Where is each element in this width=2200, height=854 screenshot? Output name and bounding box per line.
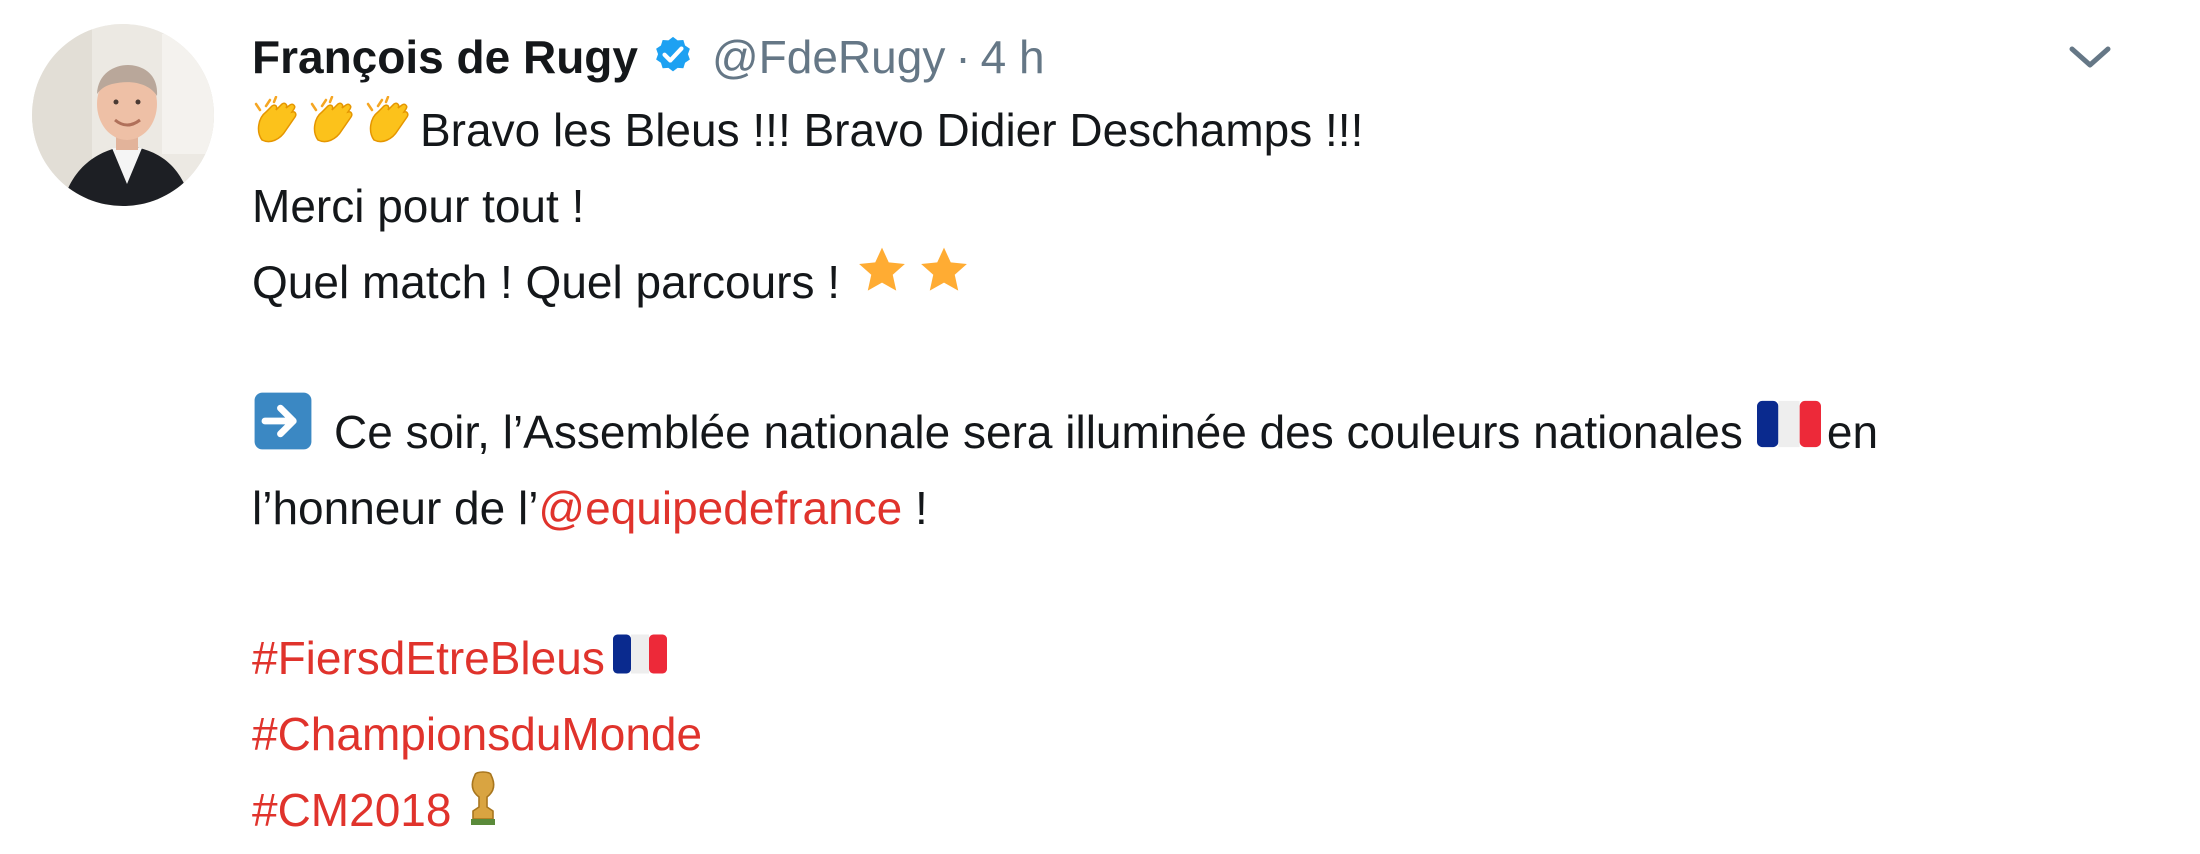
tweet: François de Rugy @FdeRugy · 4 h Bravo le… [0, 0, 2200, 854]
tweet-line-1: Bravo les Bleus !!! Bravo Didier Descham… [252, 92, 2102, 168]
tweet-text-line-5-prefix: l’honneur de l’ [252, 482, 539, 534]
tweet-text-line-4: Ce soir, l’Assemblée nationale sera illu… [334, 406, 1743, 458]
chevron-down-icon[interactable] [2060, 34, 2120, 74]
author-name[interactable]: François de Rugy [252, 30, 638, 84]
tweet-timestamp[interactable]: 4 h [981, 30, 1045, 84]
tweet-line-7: #ChampionsduMonde [252, 696, 2102, 772]
separator-dot: · [955, 31, 971, 83]
tweet-text-line-5-suffix: ! [902, 482, 928, 534]
right-arrow-icon [252, 390, 314, 474]
tweet-line-4: Ce soir, l’Assemblée nationale sera illu… [252, 392, 2102, 470]
avatar[interactable] [32, 24, 214, 206]
tweet-line-3: Quel match ! Quel parcours ! [252, 244, 2102, 320]
star-icon [854, 243, 910, 321]
tweet-line-8: #CM2018 [252, 771, 2102, 849]
clapping-hands-icon [364, 92, 414, 168]
trophy-icon [463, 771, 503, 849]
france-flag-icon [612, 620, 667, 696]
hashtag-link[interactable]: #CM2018 [252, 772, 451, 848]
hashtag-link[interactable]: #ChampionsduMonde [252, 696, 702, 772]
tweet-line-2: Merci pour tout ! [252, 168, 2102, 244]
author-handle[interactable]: @FdeRugy [712, 30, 945, 84]
tweet-line-5: l’honneur de l’ @equipedefrance ! [252, 470, 2102, 546]
france-flag-icon [1756, 394, 1821, 470]
tweet-line-6: #FiersdEtreBleus [252, 620, 2102, 696]
tweet-text-line-4-suffix: en [1826, 406, 1879, 458]
avatar-photo [32, 24, 214, 206]
clapping-hands-icon [308, 92, 358, 168]
mention-link[interactable]: @equipedefrance [538, 470, 902, 546]
tweet-text-line-2: Merci pour tout ! [252, 180, 585, 232]
star-icon [916, 243, 972, 321]
tweet-content: François de Rugy @FdeRugy · 4 h Bravo le… [252, 22, 2111, 848]
clapping-hands-icon [252, 92, 302, 168]
tweet-header: François de Rugy @FdeRugy · 4 h [252, 22, 2111, 92]
hashtag-link[interactable]: #FiersdEtreBleus [252, 620, 605, 696]
tweet-text-line-1: Bravo les Bleus !!! Bravo Didier Descham… [420, 104, 1364, 156]
tweet-text-line-3: Quel match ! Quel parcours ! [252, 256, 841, 308]
verified-badge-icon [650, 34, 696, 80]
tweet-body: Bravo les Bleus !!! Bravo Didier Descham… [252, 92, 2102, 848]
